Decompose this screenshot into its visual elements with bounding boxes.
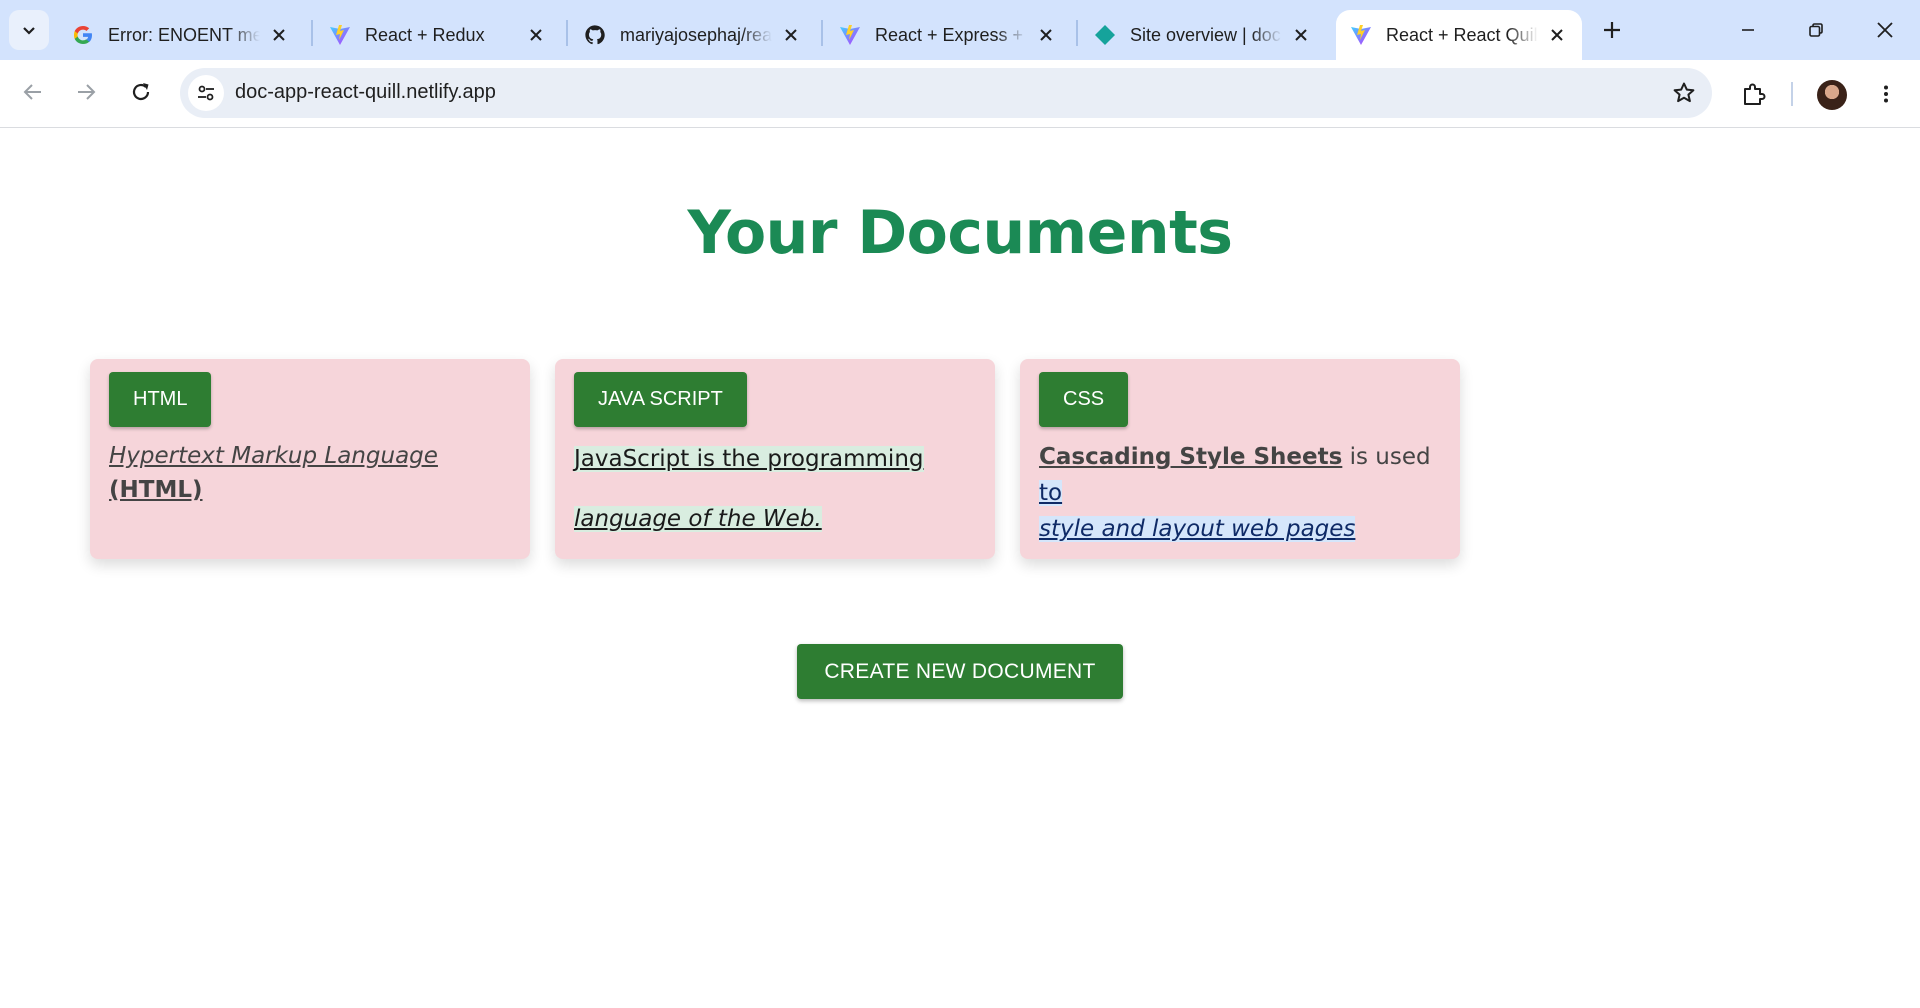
reload-icon — [132, 83, 150, 101]
close-tab-icon[interactable] — [1546, 24, 1568, 46]
close-window-button[interactable] — [1863, 8, 1907, 52]
arrow-right-icon — [78, 84, 96, 100]
site-info-button[interactable] — [188, 75, 224, 111]
tab-separator — [566, 20, 568, 46]
browser-toolbar: doc-app-react-quill.netlify.app — [0, 60, 1920, 128]
document-preview: Cascading Style Sheets is used to style a… — [1039, 439, 1441, 547]
tab-strip: Error: ENOENT mea React + Redux mariyajo… — [0, 0, 1920, 60]
page-title: Your Documents — [687, 198, 1233, 268]
new-tab-button[interactable] — [1594, 12, 1630, 48]
restore-icon — [1809, 23, 1823, 37]
tab-title: mariyajosephaj/rea — [620, 24, 772, 45]
close-tab-icon[interactable] — [1290, 24, 1312, 46]
open-document-button[interactable]: HTML — [109, 372, 212, 427]
document-preview: Hypertext Markup Language (HTML) — [109, 439, 511, 507]
toolbar-separator — [1791, 82, 1793, 106]
tab-react-redux[interactable]: React + Redux — [315, 10, 561, 60]
profile-avatar[interactable] — [1817, 80, 1847, 110]
close-tab-icon[interactable] — [1035, 24, 1057, 46]
github-icon — [584, 24, 606, 46]
vite-icon — [329, 24, 351, 46]
minimize-button[interactable] — [1726, 8, 1770, 52]
restore-button[interactable] — [1794, 8, 1838, 52]
vite-icon — [839, 24, 861, 46]
reload-button[interactable] — [121, 72, 161, 112]
forward-button[interactable] — [66, 72, 106, 112]
tab-netlify-site-overview[interactable]: Site overview | doc — [1080, 10, 1326, 60]
preview-text-bold: Cascading Style Sheets — [1039, 444, 1343, 470]
preview-text-highlight-italic: style and layout web pages — [1039, 516, 1356, 542]
tab-error-enoent[interactable]: Error: ENOENT mea — [58, 10, 304, 60]
tab-separator — [311, 20, 313, 46]
bookmark-button[interactable] — [1668, 77, 1700, 109]
close-tab-icon[interactable] — [268, 24, 290, 46]
chevron-down-icon — [23, 27, 35, 35]
tab-search-button[interactable] — [9, 10, 49, 50]
tab-react-express[interactable]: React + Express + — [825, 10, 1071, 60]
url-text: doc-app-react-quill.netlify.app — [235, 81, 496, 103]
minimize-icon — [1742, 29, 1754, 31]
tab-title: Site overview | doc — [1130, 24, 1281, 45]
vite-icon — [1350, 24, 1372, 46]
plus-icon — [1604, 22, 1620, 38]
tab-title: React + Redux — [365, 24, 485, 45]
preview-text-highlight: to — [1039, 480, 1063, 506]
arrow-left-icon — [23, 84, 41, 100]
tab-title: React + React Quill — [1386, 24, 1538, 45]
tune-icon — [198, 85, 214, 101]
create-new-document-button[interactable]: CREATE NEW DOCUMENT — [797, 644, 1123, 699]
tab-separator — [1076, 20, 1078, 46]
tab-separator — [821, 20, 823, 46]
close-tab-icon[interactable] — [525, 24, 547, 46]
address-bar[interactable]: doc-app-react-quill.netlify.app — [180, 68, 1712, 118]
document-card-html[interactable]: HTML Hypertext Markup Language (HTML) — [90, 359, 530, 559]
star-icon — [1673, 82, 1695, 103]
tab-github[interactable]: mariyajosephaj/rea — [570, 10, 816, 60]
open-document-button[interactable]: JAVA SCRIPT — [574, 372, 747, 427]
document-card-css[interactable]: CSS Cascading Style Sheets is used to sty… — [1020, 359, 1460, 559]
document-card-javascript[interactable]: JAVA SCRIPT JavaScript is the programmin… — [555, 359, 995, 559]
tab-react-quill[interactable]: React + React Quill — [1336, 10, 1582, 60]
preview-text-bold: (HTML) — [109, 477, 203, 503]
browser-menu-button[interactable] — [1868, 76, 1904, 112]
puzzle-icon — [1744, 83, 1766, 105]
back-button[interactable] — [13, 72, 53, 112]
document-preview: JavaScript is the programming language o… — [574, 429, 976, 549]
preview-line-2: language of the Web. — [574, 506, 822, 532]
preview-text-plain: is used — [1342, 444, 1431, 470]
preview-line-1: JavaScript is the programming — [574, 446, 924, 472]
more-vert-icon — [1884, 85, 1888, 103]
google-icon — [72, 24, 94, 46]
close-icon — [1877, 22, 1893, 38]
tab-title: Error: ENOENT mea — [108, 24, 260, 45]
tab-title: React + Express + — [875, 24, 1024, 45]
open-document-button[interactable]: CSS — [1039, 372, 1129, 427]
close-tab-icon[interactable] — [780, 24, 802, 46]
preview-text-italic: Hypertext Markup Language — [109, 443, 438, 469]
extensions-button[interactable] — [1734, 74, 1774, 114]
netlify-icon — [1094, 24, 1116, 46]
